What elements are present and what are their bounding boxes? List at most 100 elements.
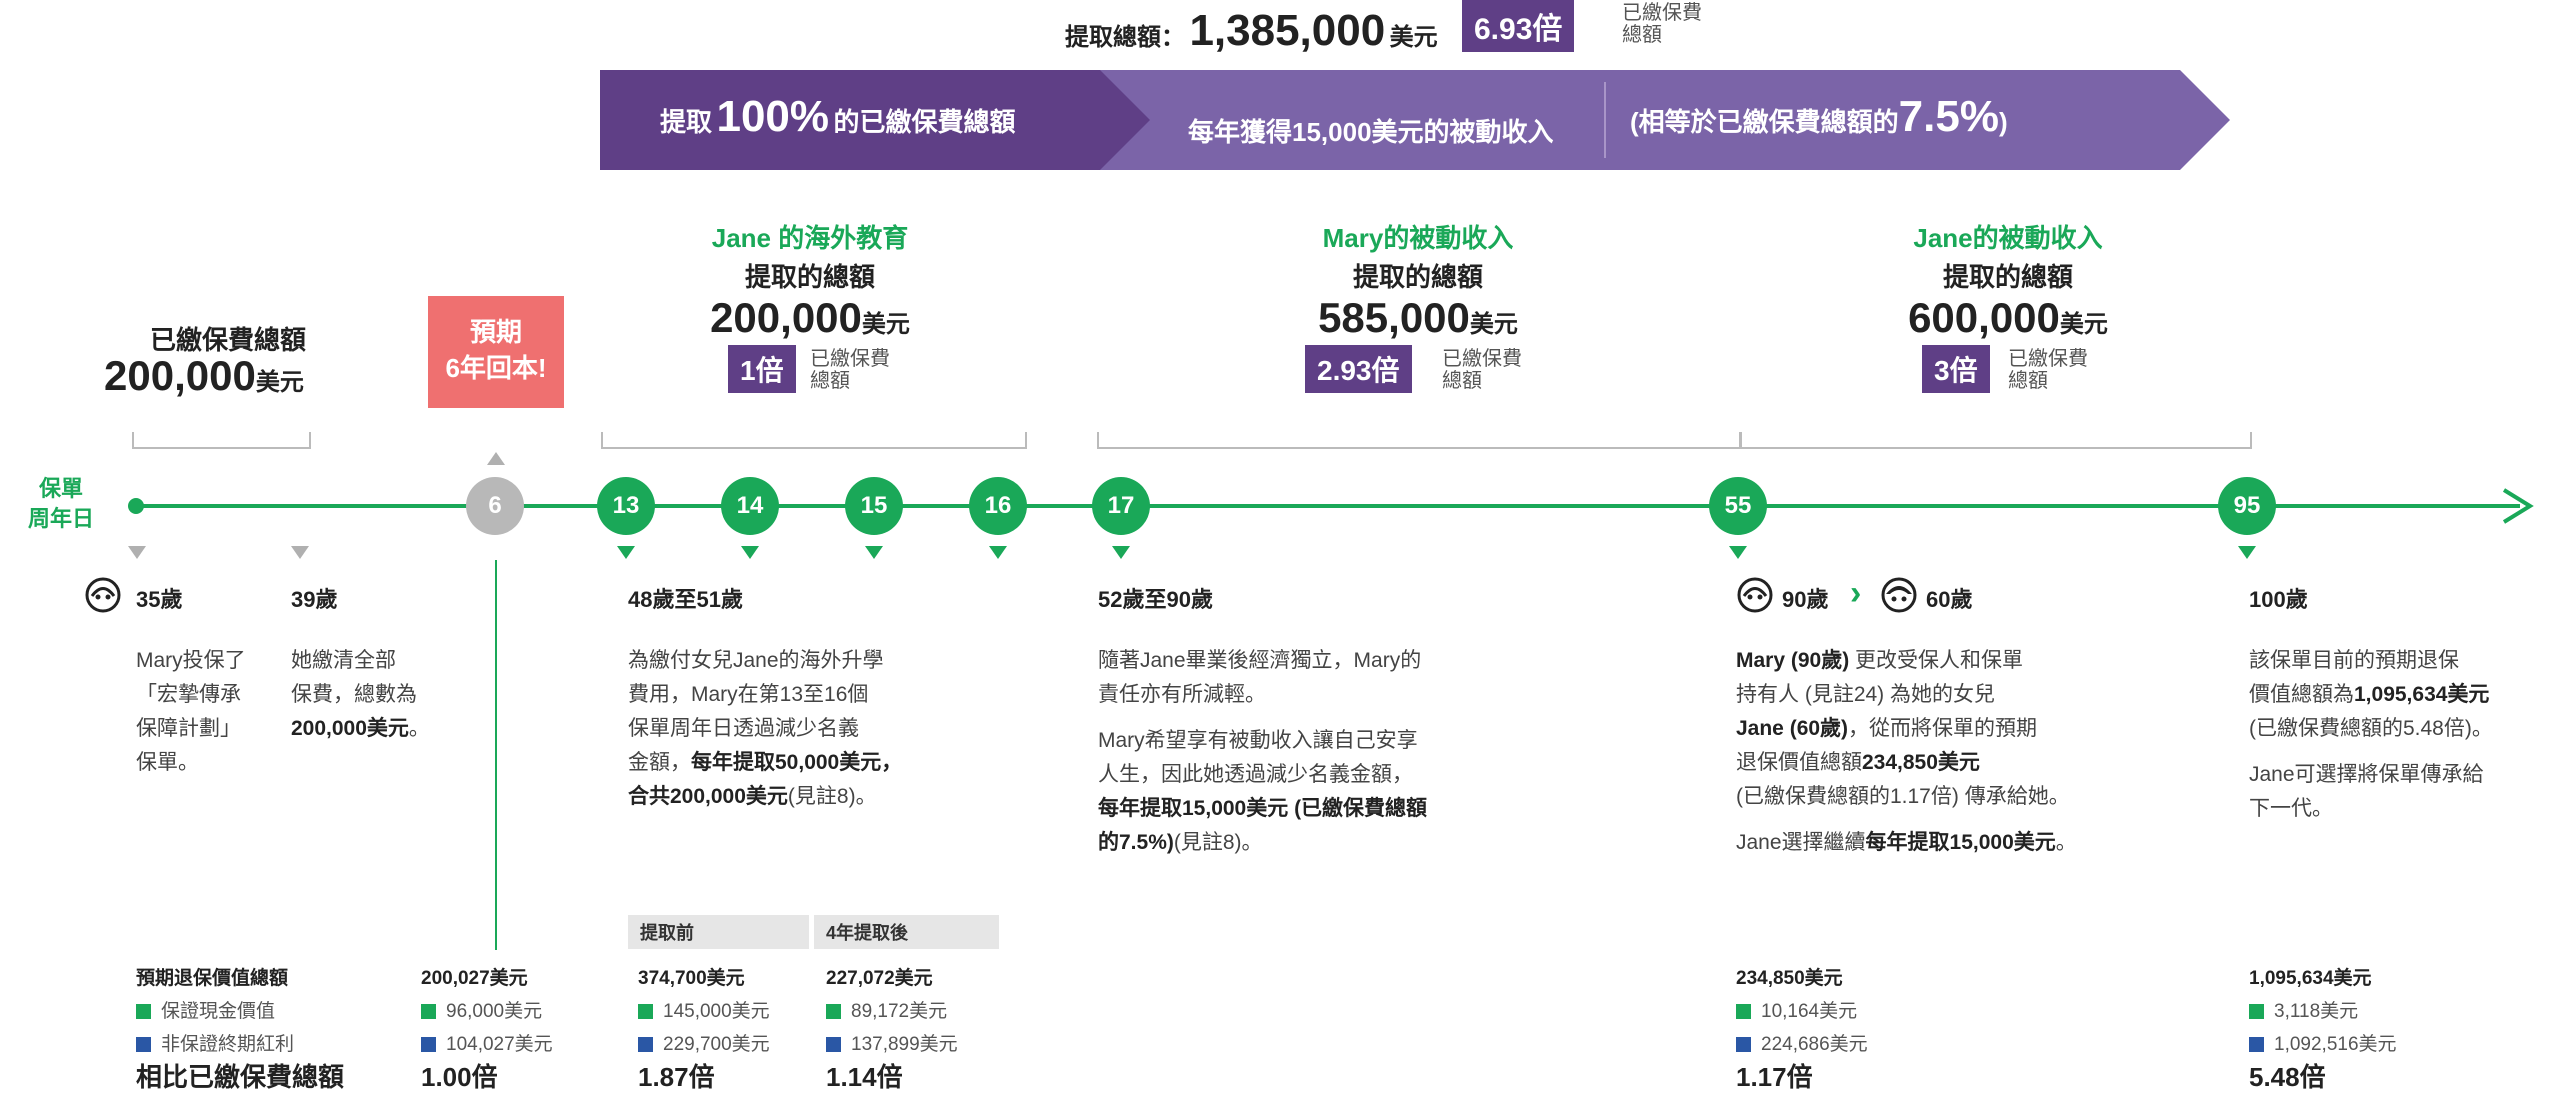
total-multiple-sub-line2: 總額 xyxy=(1622,24,1662,46)
value-col-after: 227,072美元 89,172美元 137,899美元 1.14倍 xyxy=(826,962,958,1094)
desc-52-line: 人生，因此她透過減少名義金額， xyxy=(1098,763,1413,786)
value-bonus-row: 137,899美元 xyxy=(826,1028,958,1061)
desc-48-text: (見註8)。 xyxy=(787,785,877,808)
age-100: 100歲 xyxy=(2249,587,2308,612)
payback-vertical-line xyxy=(495,560,497,950)
timeline-start-dot xyxy=(128,498,144,514)
group-mary-income-sub1: 已繳保費 xyxy=(1442,348,1522,370)
paid-premium-value: 200,000 xyxy=(104,352,256,399)
desc-90-line: 持有人 (見註24) 為她的女兒 xyxy=(1736,683,1996,706)
value-guaranteed: 145,000美元 xyxy=(663,1001,770,1022)
group-mary-income-amount: 585,000 xyxy=(1318,294,1470,341)
desc-39-line: 她繳清全部 xyxy=(291,649,396,672)
banner-seg1-post: 的已繳保費總額 xyxy=(833,107,1016,137)
value-guaranteed-row: 10,164美元 xyxy=(1736,995,1868,1028)
desc-90-bold: 234,850美元 xyxy=(1862,751,1980,774)
desc-48-bold: 合共200,000美元 xyxy=(628,785,788,808)
group-jane-income: Jane的被動收入 提取的總額 600,000美元 xyxy=(1768,218,2248,342)
desc-90-line: (已繳保費總額的1.17倍) 傳承給她。 xyxy=(1736,785,2070,808)
desc-90-text: 。 xyxy=(2055,831,2077,854)
legend-bonus: 非保證終期紅利 xyxy=(136,1028,344,1061)
payback-line1: 預期 xyxy=(469,317,522,347)
blue-swatch xyxy=(421,1037,436,1052)
timeline-label-line1: 保單 xyxy=(39,476,84,501)
value-total: 1,095,634美元 xyxy=(2249,968,2372,989)
desc-48-line: 金額，每年提取50,000美元， xyxy=(628,746,902,780)
total-multiple-sub-line1: 已繳保費 xyxy=(1622,2,1702,24)
group-education: Jane 的海外教育 提取的總額 200,000美元 xyxy=(600,218,1020,342)
blue-swatch xyxy=(826,1037,841,1052)
age-39: 39歲 xyxy=(291,587,338,612)
pointer-14 xyxy=(741,546,759,559)
desc-100-bold: 1,095,634美元 xyxy=(2354,683,2490,706)
value-bonus-row: 229,700美元 xyxy=(638,1028,770,1061)
desc-35-line: Mary投保了 xyxy=(136,649,246,672)
value-bonus: 224,686美元 xyxy=(1761,1034,1868,1055)
group-mary-income-bracket xyxy=(1097,432,1741,449)
legend-bonus-label: 非保證終期紅利 xyxy=(161,1034,295,1055)
desc-52-text: (見註8)。 xyxy=(1173,831,1263,854)
timeline-node-13: 13 xyxy=(597,477,655,535)
legend-blue-swatch xyxy=(136,1037,151,1052)
pointer-39 xyxy=(291,546,309,559)
paid-premium-amount: 200,000美元 xyxy=(104,352,304,400)
timeline-label: 保單 周年日 xyxy=(28,474,94,534)
group-mary-income-unit: 美元 xyxy=(1469,311,1518,338)
person-mary-90-icon xyxy=(1737,577,1773,613)
value-bonus-row: 1,092,516美元 xyxy=(2249,1028,2397,1061)
desc-90-text: ，從而將保單的預期 xyxy=(1848,717,2038,740)
group-jane-income-amount: 600,000 xyxy=(1908,294,2060,341)
timeline-node-55: 55 xyxy=(1709,477,1767,535)
desc-90-line: Jane選擇繼續每年提取15,000美元。 xyxy=(1736,826,2077,860)
value-multiple: 1.17倍 xyxy=(1736,1062,1813,1092)
value-col-before: 374,700美元 145,000美元 229,700美元 1.87倍 xyxy=(638,962,770,1094)
desc-100-line: 價值總額為1,095,634美元 xyxy=(2249,678,2493,712)
desc-100-line: (已繳保費總額的5.48倍)。 xyxy=(2249,717,2493,740)
green-swatch xyxy=(638,1004,653,1019)
group-jane-income-unit: 美元 xyxy=(2059,311,2108,338)
group-mary-income-multiple-sub: 已繳保費 總額 xyxy=(1442,348,1522,392)
desc-90-bold: Jane (60歲) xyxy=(1736,717,1849,740)
value-col-95: 1,095,634美元 3,118美元 1,092,516美元 5.48倍 xyxy=(2249,962,2397,1094)
value-bonus-row: 104,027美元 xyxy=(421,1028,553,1061)
group-education-multiple: 1倍 xyxy=(728,345,796,393)
group-mary-income-multiple: 2.93倍 xyxy=(1305,345,1412,393)
pointer-55 xyxy=(1729,546,1747,559)
desc-35-line: 保單。 xyxy=(136,751,199,774)
group-jane-income-bracket xyxy=(1740,432,2252,449)
value-bonus: 229,700美元 xyxy=(663,1034,770,1055)
desc-90-text: Jane選擇繼續 xyxy=(1736,831,1866,854)
value-total: 234,850美元 xyxy=(1736,968,1843,989)
value-bonus: 104,027美元 xyxy=(446,1034,553,1055)
timeline-node-6: 6 xyxy=(466,477,524,535)
banner-seg3: (相等於已繳保費總額的7.5%) xyxy=(1630,92,2008,142)
before-label: 提取前 xyxy=(628,915,809,949)
payback-line2: 6年回本! xyxy=(445,353,547,383)
timeline-end-arrow xyxy=(2502,488,2534,524)
desc-52-line: 每年提取15,000美元 (已繳保費總額 xyxy=(1098,792,1427,826)
value-multiple: 1.14倍 xyxy=(826,1062,903,1092)
value-total: 227,072美元 xyxy=(826,968,933,989)
paid-premium-bracket xyxy=(132,432,311,449)
desc-48-line: 為繳付女兒Jane的海外升學 xyxy=(628,649,884,672)
group-education-subtitle: 提取的總額 xyxy=(744,262,875,292)
person-mary-icon xyxy=(85,577,121,613)
desc-52-line: 的7.5%)(見註8)。 xyxy=(1098,826,1427,860)
pointer-13 xyxy=(617,546,635,559)
desc-100-text: 價值總額為 xyxy=(2249,683,2354,706)
desc-90-line: Jane (60歲)，從而將保單的預期 xyxy=(1736,712,2077,746)
legend-guaranteed-label: 保證現金價值 xyxy=(161,1001,276,1022)
desc-48-51: 為繳付女兒Jane的海外升學 費用，Mary在第13至16個 保單周年日透過減少… xyxy=(628,644,902,814)
after-label: 4年提取後 xyxy=(814,915,999,949)
age-90: 90歲 xyxy=(1782,587,1829,612)
legend-guaranteed: 保證現金價值 xyxy=(136,995,344,1028)
group-mary-income: Mary的被動收入 提取的總額 585,000美元 xyxy=(1178,218,1658,342)
desc-100-line: Jane可選擇將保單傳承給 xyxy=(2249,763,2484,786)
value-multiple: 5.48倍 xyxy=(2249,1062,2326,1092)
group-education-sub1: 已繳保費 xyxy=(810,348,890,370)
desc-35-line: 「宏摯傳承 xyxy=(136,683,241,706)
legend-multiple-label: 相比已繳保費總額 xyxy=(136,1062,345,1092)
total-multiple-sub: 已繳保費 總額 xyxy=(1622,2,1702,46)
desc-52-bold: 每年提取15,000美元 (已繳保費總額 xyxy=(1098,797,1428,820)
group-mary-income-sub2: 總額 xyxy=(1442,370,1482,392)
